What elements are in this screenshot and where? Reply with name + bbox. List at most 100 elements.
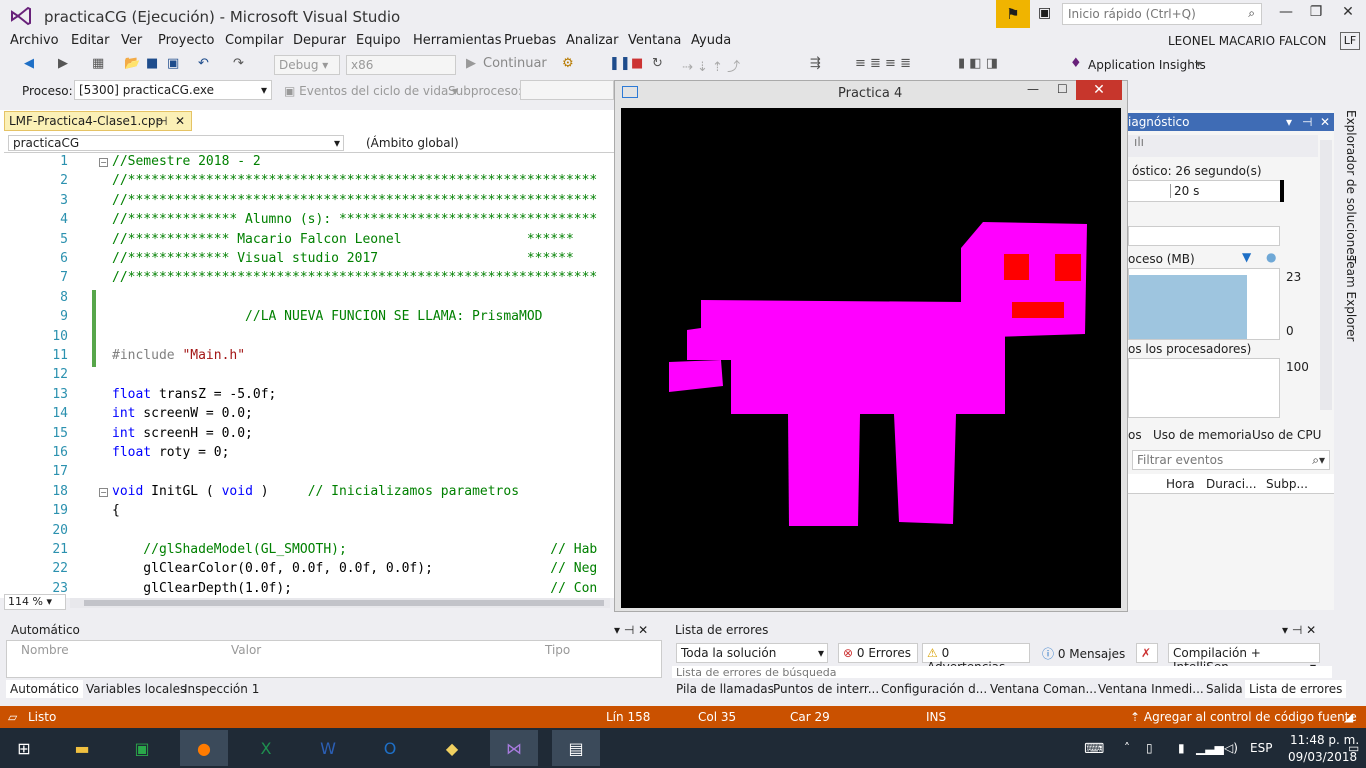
opengl-app-taskbar-icon[interactable]: ▤ bbox=[552, 730, 600, 766]
col-subproceso[interactable]: Subp... bbox=[1266, 477, 1308, 491]
close-icon[interactable]: ✕ bbox=[175, 114, 185, 128]
horizontal-scrollbar[interactable] bbox=[70, 598, 610, 608]
scope-select[interactable]: (Ámbito global) bbox=[366, 136, 459, 150]
col-duracion[interactable]: Duraci... bbox=[1206, 477, 1257, 491]
build-select[interactable]: Compilación + IntelliSen▾ bbox=[1168, 643, 1320, 674]
tab-automatico[interactable]: Automático bbox=[6, 680, 83, 698]
continue-icon[interactable]: ▶ bbox=[466, 56, 476, 71]
gl-minimize-button[interactable]: — bbox=[1027, 82, 1039, 96]
code-line[interactable]: //Semestre 2018 - 2 bbox=[112, 154, 261, 169]
diag-scrollbar[interactable] bbox=[1320, 140, 1332, 410]
open-icon[interactable]: 📂 bbox=[124, 56, 140, 71]
code-line[interactable]: int screenW = 0.0; bbox=[112, 406, 253, 421]
lifecycle-events[interactable]: ▣ Eventos del ciclo de vida ▾ bbox=[284, 84, 458, 98]
menu-herramientas[interactable]: Herramientas bbox=[413, 33, 502, 48]
menu-ayuda[interactable]: Ayuda bbox=[691, 33, 731, 48]
menu-pruebas[interactable]: Pruebas bbox=[504, 33, 556, 48]
warnings-filter-button[interactable]: ⚠ 0 Advertencias bbox=[922, 643, 1030, 674]
tab-salida[interactable]: Salida bbox=[1202, 680, 1247, 698]
user-name[interactable]: LEONEL MACARIO FALCON bbox=[1168, 34, 1326, 48]
outlook-icon[interactable]: O bbox=[366, 730, 414, 766]
word-icon[interactable]: W bbox=[304, 730, 352, 766]
code-line[interactable]: //glShadeModel(GL_SMOOTH); // Hab bbox=[112, 542, 597, 557]
attach-icon[interactable]: ⚙ bbox=[562, 56, 574, 71]
tab-file[interactable]: LMF-Practica4-Clase1.cpp ⊣ ✕ bbox=[4, 111, 192, 131]
gl-maximize-button[interactable]: ☐ bbox=[1057, 82, 1068, 96]
minimize-button[interactable]: — bbox=[1272, 4, 1300, 24]
messages-filter-button[interactable]: ⓘ 0 Mensajes bbox=[1038, 643, 1130, 663]
gl-close-button[interactable]: ✕ bbox=[1076, 80, 1122, 100]
code-line[interactable]: void InitGL ( void ) // Inicializamos pa… bbox=[112, 484, 519, 499]
tab-cpu[interactable]: Uso de CPU bbox=[1252, 428, 1321, 442]
errors-search-input[interactable]: Lista de errores de búsqueda bbox=[672, 666, 1332, 678]
tab-team-explorer[interactable]: Team Explorer bbox=[1344, 256, 1358, 342]
tab-lista-errores[interactable]: Lista de errores bbox=[1245, 680, 1347, 698]
close-button[interactable]: ✕ bbox=[1334, 4, 1362, 24]
tab-ventana-inmediato[interactable]: Ventana Inmedi... bbox=[1094, 680, 1208, 698]
menu-depurar[interactable]: Depurar bbox=[293, 33, 346, 48]
col-nombre[interactable]: Nombre bbox=[21, 643, 69, 657]
volume-icon[interactable]: ◁) bbox=[1224, 741, 1238, 755]
menu-ventana[interactable]: Ventana bbox=[628, 33, 681, 48]
code-line[interactable]: int screenH = 0.0; bbox=[112, 426, 253, 441]
file-explorer-icon[interactable]: ▬ bbox=[58, 730, 106, 766]
undo-icon[interactable]: ↶ bbox=[198, 56, 209, 71]
code-line[interactable]: glClearColor(0.0f, 0.0f, 0.0f, 0.0f); //… bbox=[112, 561, 597, 576]
code-line[interactable]: //**************************************… bbox=[112, 270, 597, 285]
platform-select[interactable]: x86 bbox=[346, 55, 456, 75]
notifications-bell-icon[interactable]: ◢ bbox=[1344, 710, 1353, 724]
menu-archivo[interactable]: Archivo bbox=[10, 33, 59, 48]
battery-icon[interactable]: ▮ bbox=[1178, 741, 1185, 755]
start-icon[interactable]: ⊞ bbox=[0, 730, 48, 766]
code-line[interactable]: //**************************************… bbox=[112, 173, 597, 188]
chevron-down-icon[interactable]: ▾ bbox=[1196, 59, 1201, 70]
keyboard-icon[interactable]: ⌨ bbox=[1084, 741, 1104, 757]
errors-filter-button[interactable]: ⊗ 0 Errores bbox=[838, 643, 918, 663]
tab-puntos-interrupcion[interactable]: Puntos de interr... bbox=[769, 680, 883, 698]
tab-configuracion[interactable]: Configuración d... bbox=[877, 680, 991, 698]
stop-icon[interactable]: ■ bbox=[631, 56, 643, 71]
quick-launch-input[interactable]: Inicio rápido (Ctrl+Q) ⌕ bbox=[1062, 3, 1262, 25]
menu-analizar[interactable]: Analizar bbox=[566, 33, 618, 48]
store-icon[interactable]: ▣ bbox=[118, 730, 166, 766]
code-line[interactable]: //**************************************… bbox=[112, 193, 597, 208]
format-icon[interactable]: ≡ ≣ ≡ ≣ bbox=[855, 56, 911, 71]
code-line[interactable]: //************** Alumno (s): ***********… bbox=[112, 212, 597, 227]
restart-icon[interactable]: ↻ bbox=[652, 56, 663, 71]
redo-icon[interactable]: ↷ bbox=[233, 56, 244, 71]
app-insights-button[interactable]: Application Insights bbox=[1088, 58, 1206, 72]
tab-events[interactable]: os bbox=[1128, 428, 1142, 442]
tab-solution-explorer[interactable]: Explorador de soluciones bbox=[1344, 110, 1358, 261]
clear-filter-icon[interactable]: ✗ bbox=[1136, 643, 1158, 663]
continue-button[interactable]: Continuar bbox=[483, 56, 547, 71]
notifications-icon[interactable]: ▣ bbox=[1038, 5, 1051, 21]
code-line[interactable]: float transZ = -5.0f; bbox=[112, 387, 276, 402]
avatar[interactable]: LF bbox=[1340, 32, 1360, 50]
filter-events-input[interactable]: Filtrar eventos ⌕▾ bbox=[1132, 450, 1330, 470]
tab-inspeccion[interactable]: Inspección 1 bbox=[180, 680, 263, 698]
back-icon[interactable]: ◀ bbox=[24, 56, 34, 71]
keyboard-language[interactable]: ESP bbox=[1250, 741, 1272, 755]
thread-select[interactable] bbox=[520, 80, 614, 100]
code-line[interactable]: float roty = 0; bbox=[112, 445, 229, 460]
col-valor[interactable]: Valor bbox=[231, 643, 261, 657]
wifi-icon[interactable]: ▁▃▅ bbox=[1196, 741, 1224, 755]
forward-icon[interactable]: ▶ bbox=[58, 56, 68, 71]
pin-icon[interactable]: ⊣ bbox=[157, 114, 167, 128]
zoom-select[interactable]: 114 % ▾ bbox=[4, 594, 66, 610]
restore-button[interactable]: ❐ bbox=[1302, 4, 1330, 24]
code-line[interactable]: //************* Visual studio 2017 *****… bbox=[112, 251, 574, 266]
project-select[interactable]: practicaCG ▾ bbox=[8, 135, 344, 151]
code-line[interactable]: #include "Main.h" bbox=[112, 348, 245, 363]
fold-toggle-icon[interactable]: − bbox=[99, 158, 108, 167]
tab-variables-locales[interactable]: Variables locales bbox=[82, 680, 190, 698]
menu-equipo[interactable]: Equipo bbox=[356, 33, 401, 48]
code-line[interactable]: { bbox=[112, 503, 120, 518]
source-control-button[interactable]: ⇡ Agregar al control de código fuente bbox=[1130, 710, 1357, 724]
new-project-icon[interactable]: ▦ bbox=[92, 56, 104, 71]
menu-proyecto[interactable]: Proyecto bbox=[158, 33, 215, 48]
feedback-icon[interactable]: ⚑ bbox=[996, 0, 1030, 28]
firefox-icon[interactable]: ● bbox=[180, 730, 228, 766]
code-line[interactable]: //LA NUEVA FUNCION SE LLAMA: PrismaMOD bbox=[112, 309, 542, 324]
save-all-icon[interactable]: ▣ bbox=[167, 56, 179, 71]
